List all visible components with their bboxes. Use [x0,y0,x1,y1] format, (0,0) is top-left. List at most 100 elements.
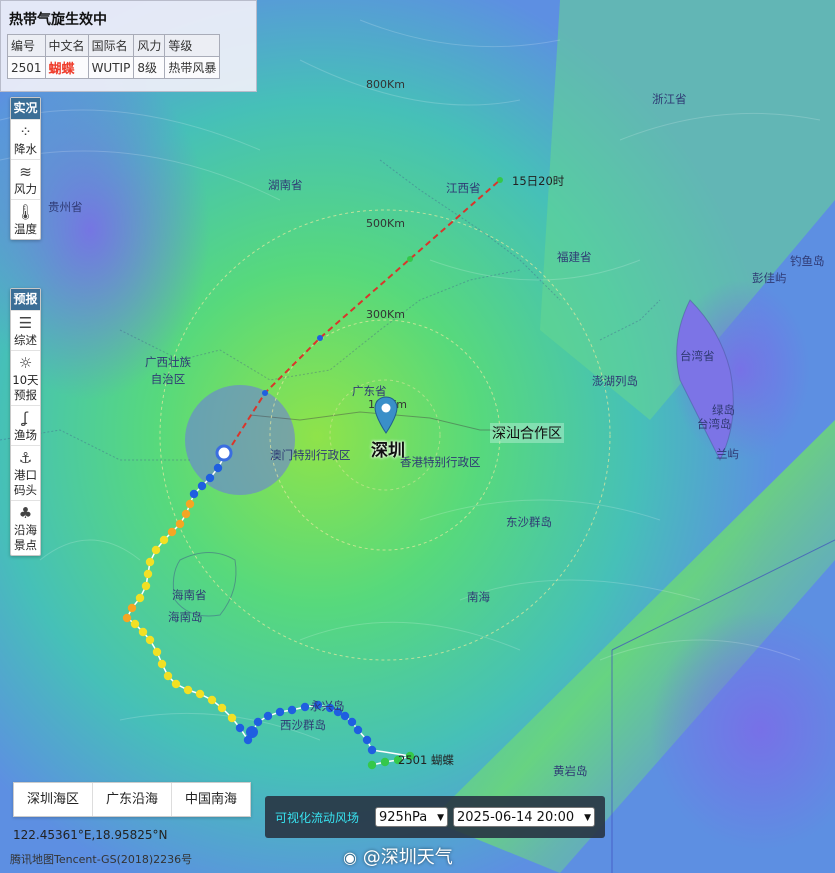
track-point[interactable] [227,713,237,723]
pressure-level-select[interactable]: 925hPa ▼ [375,807,448,827]
track-point[interactable] [300,702,310,712]
distance-ring-label: 800Km [366,78,405,91]
tool-fishing[interactable]: ʆ 渔场 [11,405,40,445]
island-label: 钓鱼岛 [790,254,825,268]
tool-label-line2: 景点 [14,538,37,552]
tool-summary[interactable]: ☰ 综述 [11,310,40,350]
track-point[interactable] [152,647,162,657]
track-point[interactable] [213,463,223,473]
tool-rain[interactable]: ⁘ 降水 [11,119,40,159]
shenzhen-pin-icon[interactable] [374,396,398,438]
track-point[interactable] [217,703,227,713]
track-point[interactable] [145,635,155,645]
island-label: 澎湖列岛 [592,374,638,388]
table-row[interactable]: 2501 蝴蝶 WUTIP 8级 热带风暴 [7,56,221,79]
live-toolbar: 实况 ⁘ 降水 ≋ 风力 🌡 温度 [10,97,41,240]
chevron-down-icon: ▼ [437,813,444,823]
track-point[interactable] [130,619,140,629]
tool-wind[interactable]: ≋ 风力 [11,159,40,199]
track-point[interactable] [197,481,207,491]
cursor-coordinates: 122.45361°E,18.95825°N [13,828,168,842]
region-label: 香港特别行政区 [400,455,481,469]
watermark-text: @深圳天气 [362,847,453,868]
track-point[interactable] [235,723,245,733]
tool-label-line1: 10天 [12,373,39,387]
forecast-point[interactable] [407,256,413,262]
tool-label-line1: 沿海 [14,523,37,537]
track-point[interactable] [205,473,215,483]
header-cell: 编号 [7,34,46,57]
track-point[interactable] [143,569,153,579]
track-point[interactable] [171,679,181,689]
tool-10day-forecast[interactable]: ☼ 10天 预报 [11,350,40,405]
rain-icon: ⁘ [19,123,32,141]
island-label: 西沙群岛 [280,718,326,732]
wind-field-control: 可视化流动风场 925hPa ▼ 2025-06-14 20:00 ▼ [265,796,605,838]
wind-map[interactable]: 800Km 500Km 300Km 100Km 浙江省 湖南省 江西省 贵州省 … [0,0,835,873]
datetime-select[interactable]: 2025-06-14 20:00 ▼ [453,807,595,827]
tool-label: 综述 [14,333,37,347]
track-point[interactable] [367,745,377,755]
typhoon-chinese-name[interactable]: 蝴蝶 [44,56,89,79]
track-point[interactable] [122,613,132,623]
palm-icon: ♣ [18,504,33,522]
track-point[interactable] [195,689,205,699]
track-point[interactable] [275,707,285,717]
track-point[interactable] [157,659,167,669]
tool-coastal-spots[interactable]: ♣ 沿海 景点 [11,500,40,555]
forecast-point[interactable] [262,390,268,396]
table-header-row: 编号 中文名 国际名 风力 等级 [7,34,221,57]
tool-port[interactable]: ⚓ 港口 码头 [11,445,40,500]
track-point[interactable] [141,581,151,591]
track-point[interactable] [138,627,148,637]
region-button-guangdong[interactable]: 广东沿海 [93,783,173,816]
map-copyright: 腾讯地图Tencent-GS(2018)2236号 [10,853,193,866]
track-point[interactable] [151,545,161,555]
sea-label: 南海 [467,590,490,604]
track-point[interactable] [380,757,390,767]
forecast-point[interactable] [497,177,503,183]
track-point[interactable] [189,489,199,499]
track-point[interactable] [207,695,217,705]
track-point[interactable] [163,671,173,681]
province-label: 江西省 [446,181,481,195]
track-point[interactable] [145,557,155,567]
track-point[interactable] [127,603,137,613]
province-label: 广西壮族自治区 [145,355,191,386]
track-point[interactable] [253,717,263,727]
track-point[interactable] [185,499,195,509]
province-label: 台湾省 [680,349,715,363]
tool-label-line1: 港口 [14,468,37,482]
anchor-icon: ⚓ [18,449,33,467]
forecast-toolbar: 预报 ☰ 综述 ☼ 10天 预报 ʆ 渔场 ⚓ 港口 码头 ♣ 沿海 景点 [10,288,41,556]
track-point[interactable] [367,760,377,770]
region-button-shenzhen[interactable]: 深圳海区 [14,783,94,816]
region-button-group: 深圳海区 广东沿海 中国南海 [13,782,252,817]
track-point[interactable] [287,705,297,715]
track-point[interactable] [263,711,273,721]
track-point[interactable] [347,717,357,727]
track-point[interactable] [183,685,193,695]
track-point[interactable] [159,535,169,545]
island-label: 彭佳屿 [752,271,787,285]
track-point[interactable] [175,519,185,529]
forecast-end-time: 15日20时 [512,174,565,188]
region-button-south-china-sea[interactable]: 中国南海 [172,783,250,816]
track-point[interactable] [362,735,372,745]
panel-title: 热带气旋生效中 [9,12,107,28]
province-label: 浙江省 [652,92,687,106]
track-point[interactable] [167,527,177,537]
forecast-point[interactable] [317,335,323,341]
typhoon-current-position-icon[interactable] [215,444,233,462]
island-label: 海南岛 [168,610,203,624]
header-cell: 中文名 [44,34,89,57]
island-label: 绿岛 [712,403,735,417]
track-point[interactable] [181,509,191,519]
tool-temperature[interactable]: 🌡 温度 [11,199,40,239]
pressure-level-value: 925hPa [379,810,428,825]
track-point[interactable] [135,593,145,603]
track-point[interactable] [243,735,253,745]
island-label: 兰屿 [716,447,739,461]
thermometer-icon: 🌡 [15,203,36,221]
track-point[interactable] [353,725,363,735]
